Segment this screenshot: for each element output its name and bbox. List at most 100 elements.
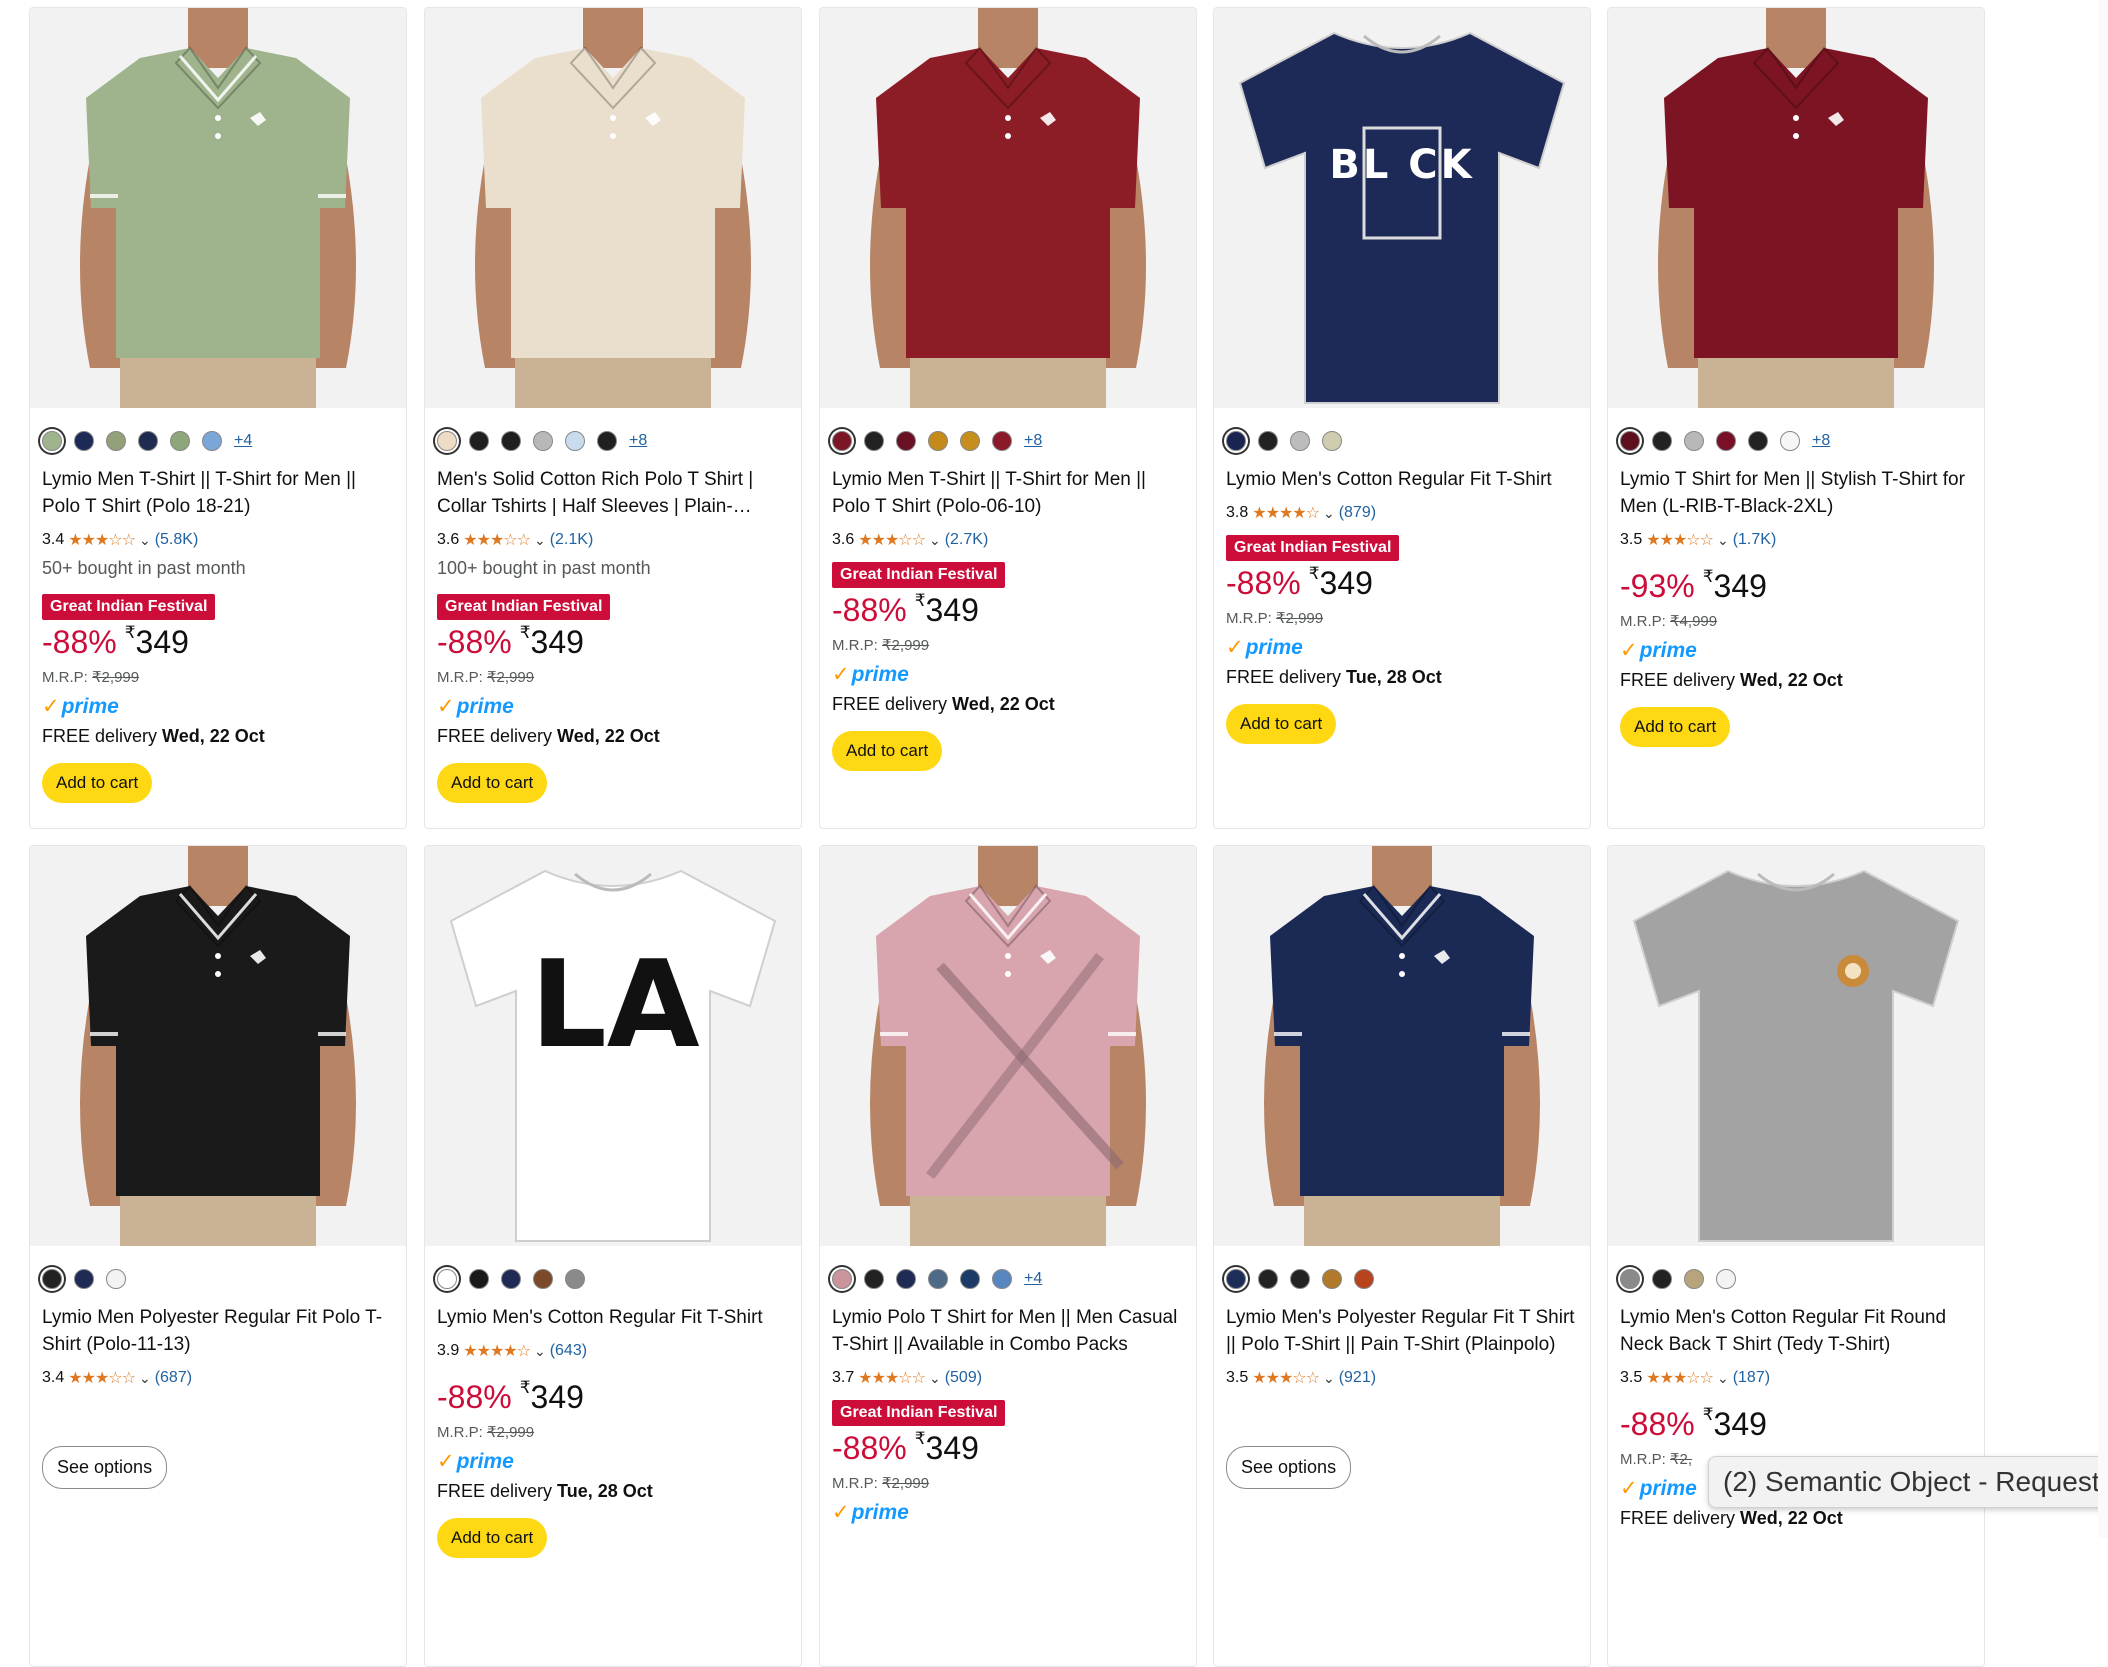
see-options-button[interactable]: See options	[42, 1446, 168, 1489]
chevron-down-icon[interactable]: ⌄	[1323, 505, 1335, 522]
color-swatch[interactable]	[928, 1269, 948, 1289]
color-swatch[interactable]	[832, 431, 852, 451]
color-swatch[interactable]	[832, 1269, 852, 1289]
color-swatch[interactable]	[896, 1269, 916, 1289]
color-swatch[interactable]	[1354, 1269, 1374, 1289]
see-options-button[interactable]: See options	[1226, 1446, 1352, 1489]
color-swatch[interactable]	[1716, 1269, 1736, 1289]
product-title[interactable]: Lymio Men T-Shirt || T-Shirt for Men || …	[42, 466, 394, 520]
rating-count-link[interactable]: (921)	[1339, 1369, 1376, 1387]
price-row[interactable]: -88% ₹ 349	[437, 622, 789, 662]
product-title[interactable]: Lymio T Shirt for Men || Stylish T-Shirt…	[1620, 466, 1972, 520]
chevron-down-icon[interactable]: ⌄	[534, 1343, 546, 1360]
color-swatch[interactable]	[1780, 431, 1800, 451]
color-swatch[interactable]	[960, 431, 980, 451]
chevron-down-icon[interactable]: ⌄	[929, 1370, 941, 1387]
product-image[interactable]: LA Los Angeles	[425, 846, 801, 1246]
color-swatch[interactable]	[1652, 431, 1672, 451]
color-swatch[interactable]	[1684, 1269, 1704, 1289]
product-card[interactable]: LA Los Angeles Lymio Men's Cotton Regular …	[424, 845, 802, 1667]
color-swatch[interactable]	[1716, 431, 1736, 451]
rating-row[interactable]: 3.9 ★★★★☆ ⌄ (643)	[437, 1339, 789, 1363]
product-card[interactable]: Lymio Men's Polyester Regular Fit T Shir…	[1213, 845, 1591, 1667]
color-swatch[interactable]	[1258, 431, 1278, 451]
add-to-cart-button[interactable]: Add to cart	[437, 763, 548, 803]
color-swatch[interactable]	[106, 431, 126, 451]
rating-row[interactable]: 3.5 ★★★☆☆ ⌄ (921)	[1226, 1366, 1578, 1390]
color-swatch[interactable]	[106, 1269, 126, 1289]
color-swatch[interactable]	[533, 1269, 553, 1289]
color-swatch[interactable]	[1290, 431, 1310, 451]
chevron-down-icon[interactable]: ⌄	[1717, 1370, 1729, 1387]
product-image[interactable]	[820, 846, 1196, 1246]
color-swatch[interactable]	[928, 431, 948, 451]
add-to-cart-button[interactable]: Add to cart	[1620, 707, 1731, 747]
rating-row[interactable]: 3.6 ★★★☆☆ ⌄ (2.1K)	[437, 528, 789, 552]
chevron-down-icon[interactable]: ⌄	[139, 1370, 151, 1387]
rating-row[interactable]: 3.6 ★★★☆☆ ⌄ (2.7K)	[832, 528, 1184, 552]
more-colors-link[interactable]: +8	[1812, 432, 1830, 450]
product-image[interactable]	[1214, 846, 1590, 1246]
product-image[interactable]	[820, 8, 1196, 408]
rating-count-link[interactable]: (643)	[550, 1342, 587, 1360]
star-rating-icon[interactable]: ★★★☆☆	[1252, 1368, 1320, 1388]
rating-count-link[interactable]: (1.7K)	[1733, 531, 1777, 549]
rating-count-link[interactable]: (187)	[1733, 1369, 1770, 1387]
product-card[interactable]: +8 Lymio Men T-Shirt || T-Shirt for Men |…	[819, 7, 1197, 829]
rating-row[interactable]: 3.5 ★★★☆☆ ⌄ (187)	[1620, 1366, 1972, 1390]
product-title[interactable]: Lymio Men's Polyester Regular Fit T Shir…	[1226, 1304, 1578, 1358]
chevron-down-icon[interactable]: ⌄	[1717, 532, 1729, 549]
color-swatch[interactable]	[992, 431, 1012, 451]
add-to-cart-button[interactable]: Add to cart	[1226, 704, 1337, 744]
star-rating-icon[interactable]: ★★★☆☆	[1646, 1368, 1714, 1388]
color-swatch[interactable]	[864, 1269, 884, 1289]
color-swatch[interactable]	[1290, 1269, 1310, 1289]
color-swatch[interactable]	[74, 1269, 94, 1289]
color-swatch[interactable]	[1322, 431, 1342, 451]
color-swatch[interactable]	[469, 1269, 489, 1289]
product-title[interactable]: Lymio Men T-Shirt || T-Shirt for Men || …	[832, 466, 1184, 520]
chevron-down-icon[interactable]: ⌄	[534, 532, 546, 549]
rating-row[interactable]: 3.8 ★★★★☆ ⌄ (879)	[1226, 501, 1578, 525]
price-row[interactable]: -88% ₹ 349	[832, 590, 1184, 630]
color-swatch[interactable]	[1226, 1269, 1246, 1289]
color-swatch[interactable]	[202, 431, 222, 451]
product-image[interactable]: BL CK	[1214, 8, 1590, 408]
scrollbar[interactable]	[2098, 0, 2108, 1538]
add-to-cart-button[interactable]: Add to cart	[832, 731, 943, 771]
product-image[interactable]	[425, 8, 801, 408]
color-swatch[interactable]	[960, 1269, 980, 1289]
star-rating-icon[interactable]: ★★★☆☆	[858, 1368, 926, 1388]
rating-count-link[interactable]: (5.8K)	[155, 531, 199, 549]
star-rating-icon[interactable]: ★★★★☆	[1252, 503, 1320, 523]
color-swatch[interactable]	[896, 431, 916, 451]
color-swatch[interactable]	[138, 431, 158, 451]
rating-row[interactable]: 3.5 ★★★☆☆ ⌄ (1.7K)	[1620, 528, 1972, 552]
color-swatch[interactable]	[42, 1269, 62, 1289]
add-to-cart-button[interactable]: Add to cart	[437, 1518, 548, 1558]
product-image[interactable]	[30, 8, 406, 408]
product-image[interactable]	[1608, 8, 1984, 408]
more-colors-link[interactable]: +4	[234, 432, 252, 450]
price-row[interactable]: -93% ₹ 349	[1620, 566, 1972, 606]
product-image[interactable]	[1608, 846, 1984, 1246]
star-rating-icon[interactable]: ★★★☆☆	[463, 530, 531, 550]
color-swatch[interactable]	[1226, 431, 1246, 451]
product-title[interactable]: Men's Solid Cotton Rich Polo T Shirt | C…	[437, 466, 789, 520]
color-swatch[interactable]	[501, 1269, 521, 1289]
product-card[interactable]: BL CK Lymio Men's Cotton Regular Fit T-Sh…	[1213, 7, 1591, 829]
more-colors-link[interactable]: +8	[629, 432, 647, 450]
color-swatch[interactable]	[74, 431, 94, 451]
color-swatch[interactable]	[469, 431, 489, 451]
color-swatch[interactable]	[437, 431, 457, 451]
color-swatch[interactable]	[1684, 431, 1704, 451]
color-swatch[interactable]	[992, 1269, 1012, 1289]
color-swatch[interactable]	[597, 431, 617, 451]
product-card[interactable]: Lymio Men Polyester Regular Fit Polo T-S…	[29, 845, 407, 1667]
color-swatch[interactable]	[1258, 1269, 1278, 1289]
product-card[interactable]: Lymio Men's Cotton Regular Fit Round Nec…	[1607, 845, 1985, 1667]
color-swatch[interactable]	[1652, 1269, 1672, 1289]
rating-count-link[interactable]: (509)	[945, 1369, 982, 1387]
price-row[interactable]: -88% ₹ 349	[1620, 1404, 1972, 1444]
color-swatch[interactable]	[1748, 431, 1768, 451]
